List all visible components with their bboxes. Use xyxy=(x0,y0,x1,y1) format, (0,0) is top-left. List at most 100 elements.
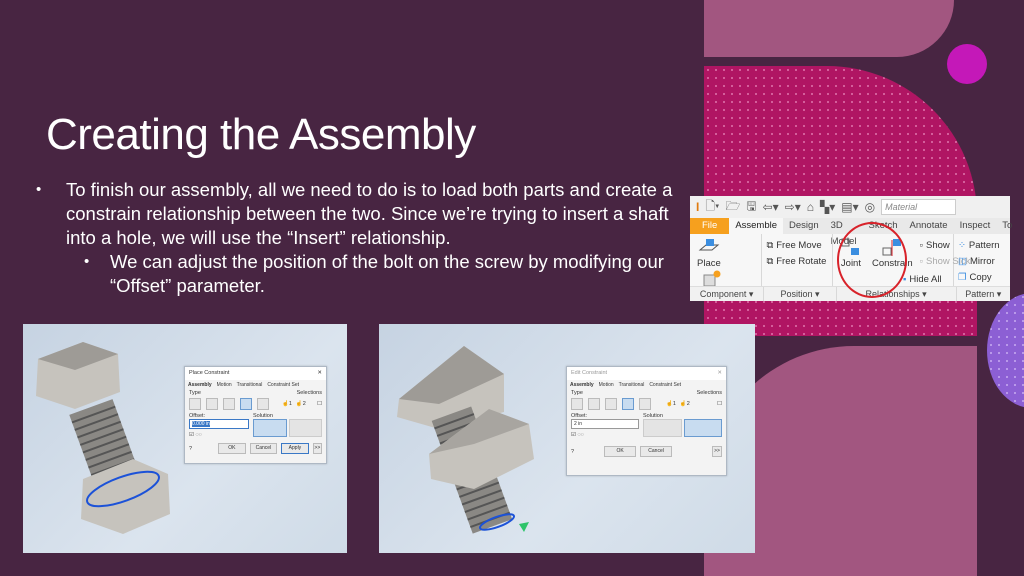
type-label: Type xyxy=(571,390,583,396)
undo-icon[interactable]: ⇦▾ xyxy=(763,200,779,214)
preview-checkbox[interactable]: ☑ ◌◌ xyxy=(571,432,639,438)
cancel-button[interactable]: Cancel xyxy=(249,443,278,454)
free-rotate-button[interactable]: ⧉ Free Rotate xyxy=(766,254,828,270)
show-sick-icon: ▫ xyxy=(919,256,923,267)
more-button[interactable]: >> xyxy=(712,446,722,457)
free-rotate-icon: ⧉ xyxy=(766,256,774,267)
offset-input[interactable]: 0.000 in xyxy=(189,419,249,429)
group-pattern[interactable]: Pattern ▾ xyxy=(957,287,1011,301)
tab-transitional[interactable]: Transitional xyxy=(619,382,645,388)
solution-opposed-button[interactable] xyxy=(253,419,287,437)
position-panel: ⧉ Free Move ⧉ Free Rotate xyxy=(762,234,833,286)
ok-button[interactable]: OK xyxy=(604,446,637,457)
tab-file[interactable]: File xyxy=(690,218,730,234)
symmetry-type-button[interactable] xyxy=(257,398,269,410)
mate-type-button[interactable] xyxy=(189,398,201,410)
help-icon[interactable]: ? xyxy=(189,446,192,452)
mirror-icon: ◫ xyxy=(957,256,967,267)
tab-assemble[interactable]: Assemble xyxy=(729,218,784,234)
tab-assembly[interactable]: Assembly xyxy=(188,382,212,388)
highlight-circle xyxy=(837,222,907,298)
ok-button[interactable]: OK xyxy=(218,443,246,454)
redo-icon[interactable]: ⇨▾ xyxy=(785,200,801,214)
selection-2-button[interactable]: ☝2 xyxy=(296,401,306,407)
decorative-circle xyxy=(947,44,987,84)
selections-label: Selections xyxy=(696,390,722,396)
close-icon[interactable]: ✕ xyxy=(717,367,722,380)
angle-type-button[interactable] xyxy=(206,398,218,410)
place-icon xyxy=(698,239,720,251)
home-icon[interactable]: ⌂ xyxy=(807,200,814,214)
new-file-icon[interactable]: 🗋▾ xyxy=(705,197,719,218)
inventor-logo-icon: I xyxy=(696,200,700,214)
tab-annotate[interactable]: Annotate xyxy=(904,218,954,234)
group-position[interactable]: Position ▾ xyxy=(764,287,837,301)
tab-tools[interactable]: To xyxy=(996,218,1018,234)
show-icon: ▫ xyxy=(919,240,923,251)
tab-motion[interactable]: Motion xyxy=(217,382,232,388)
dialog-title: Edit Constraint xyxy=(571,370,608,376)
save-icon[interactable]: 🖫 xyxy=(746,197,756,218)
type-label: Type xyxy=(189,390,201,396)
selection-1-button[interactable]: ☝1 xyxy=(282,401,292,407)
mate-type-button[interactable] xyxy=(571,398,583,410)
bullet-list: To finish our assembly, all we need to d… xyxy=(30,178,680,298)
help-icon[interactable]: ? xyxy=(571,449,574,455)
preview-checkbox[interactable]: ☑ ◌◌ xyxy=(189,432,249,438)
solution-aligned-button[interactable] xyxy=(683,419,722,437)
pick-part-checkbox[interactable]: ☐ xyxy=(717,401,722,407)
pick-part-checkbox[interactable]: ☐ xyxy=(317,401,322,407)
component-panel: Place Create xyxy=(690,234,763,300)
selections-label: Selections xyxy=(296,390,322,396)
place-constraint-dialog: Place Constraint ✕ Assembly Motion Transi… xyxy=(184,366,327,464)
free-move-button[interactable]: ⧉ Free Move xyxy=(766,238,828,254)
viewport-edit-constraint: Edit Constraint ✕ Assembly Motion Transit… xyxy=(379,324,755,553)
viewport-place-constraint: Place Constraint ✕ Assembly Motion Transi… xyxy=(23,324,347,553)
edit-constraint-dialog: Edit Constraint ✕ Assembly Motion Transit… xyxy=(566,366,727,476)
tab-motion[interactable]: Motion xyxy=(599,382,614,388)
material-dropdown[interactable]: Material xyxy=(881,199,957,215)
sub-bullet-text: We can adjust the position of the bolt o… xyxy=(110,251,664,296)
solution-opposed-button[interactable] xyxy=(643,419,682,437)
free-move-icon: ⧉ xyxy=(766,240,774,251)
angle-type-button[interactable] xyxy=(588,398,600,410)
decorative-shape-top xyxy=(704,0,954,57)
bullet-item: To finish our assembly, all we need to d… xyxy=(36,178,680,298)
tab-constraint-set[interactable]: Constraint Set xyxy=(267,382,299,388)
pattern-button[interactable]: ⁘ Pattern xyxy=(958,238,1006,254)
close-icon[interactable]: ✕ xyxy=(317,367,322,380)
group-component[interactable]: Component ▾ xyxy=(690,287,765,301)
mirror-button[interactable]: ◫ Mirror xyxy=(958,254,1006,270)
insert-type-button[interactable] xyxy=(622,398,634,410)
symmetry-type-button[interactable] xyxy=(639,398,651,410)
cancel-button[interactable]: Cancel xyxy=(640,446,673,457)
open-folder-icon[interactable]: 🗁 xyxy=(725,197,740,218)
selection-2-button[interactable]: ☝2 xyxy=(680,401,690,407)
solution-aligned-button[interactable] xyxy=(288,419,322,437)
offset-input[interactable]: 2 in xyxy=(571,419,639,429)
select-icon[interactable]: ▚▾ xyxy=(820,200,835,214)
more-button[interactable]: >> xyxy=(312,443,322,454)
bolt-and-nut-model xyxy=(36,342,170,534)
quick-access-toolbar: I 🗋▾ 🗁 🖫 ⇦▾ ⇨▾ ⌂ ▚▾ ▤▾ ◎ Material xyxy=(690,196,1010,218)
sub-bullet-item: We can adjust the position of the bolt o… xyxy=(84,250,680,298)
tab-assembly[interactable]: Assembly xyxy=(570,382,594,388)
copy-button[interactable]: ❐ Copy xyxy=(958,270,1006,286)
pattern-icon: ⁘ xyxy=(957,240,966,251)
bullet-text: To finish our assembly, all we need to d… xyxy=(66,179,673,248)
tab-inspect[interactable]: Inspect xyxy=(954,218,997,234)
dialog-title: Place Constraint xyxy=(189,370,230,376)
appearance-icon[interactable]: ◎ xyxy=(865,200,875,214)
insert-type-button[interactable] xyxy=(240,398,252,410)
selection-1-button[interactable]: ☝1 xyxy=(666,401,676,407)
tab-constraint-set[interactable]: Constraint Set xyxy=(649,382,681,388)
tangent-type-button[interactable] xyxy=(223,398,235,410)
tangent-type-button[interactable] xyxy=(605,398,617,410)
update-icon[interactable]: ▤▾ xyxy=(841,200,858,214)
bolt-and-nut-model xyxy=(397,346,534,534)
tab-design[interactable]: Design xyxy=(783,218,825,234)
slide-title: Creating the Assembly xyxy=(46,110,476,159)
place-button[interactable]: Place xyxy=(697,238,721,269)
tab-transitional[interactable]: Transitional xyxy=(237,382,263,388)
apply-button[interactable]: Apply xyxy=(281,443,309,454)
